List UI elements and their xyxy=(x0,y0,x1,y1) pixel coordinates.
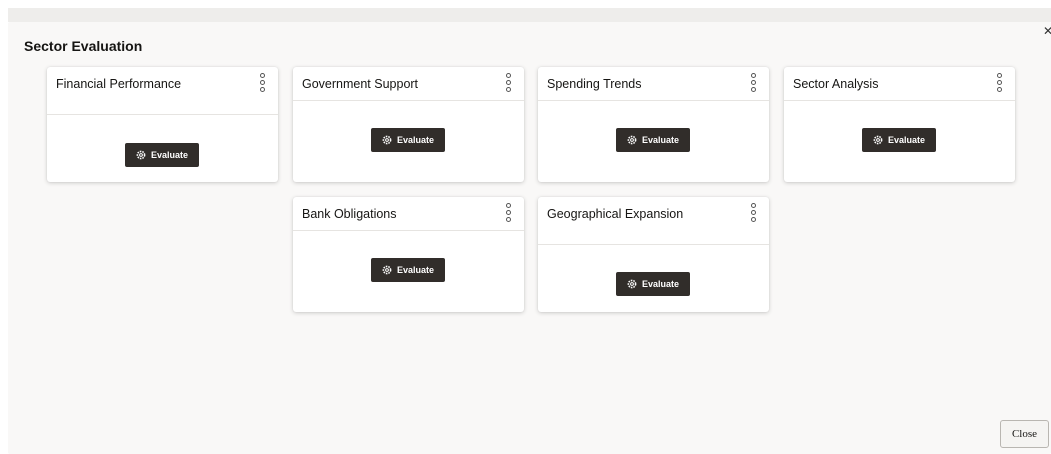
close-icon[interactable]: ✕ xyxy=(1043,24,1051,38)
card-geographical-expansion: Geographical Expansion Evaluate xyxy=(538,197,769,312)
evaluate-label: Evaluate xyxy=(150,150,189,160)
evaluate-label: Evaluate xyxy=(887,135,926,145)
card-title: Financial Performance xyxy=(56,77,182,91)
gear-icon xyxy=(873,135,883,145)
gear-icon xyxy=(627,135,637,145)
kebab-menu-icon[interactable] xyxy=(751,203,757,224)
sector-evaluation-dialog: Sector Evaluation ✕ Financial Performanc… xyxy=(8,22,1051,454)
kebab-menu-icon[interactable] xyxy=(751,73,757,94)
card-header: Bank Obligations xyxy=(293,197,524,231)
evaluate-button[interactable]: Evaluate xyxy=(125,143,199,167)
card-header: Financial Performance xyxy=(47,67,278,115)
gear-icon xyxy=(627,279,637,289)
close-button[interactable]: Close xyxy=(1000,420,1049,448)
card-bank-obligations: Bank Obligations Evaluate xyxy=(293,197,524,312)
card-header: Sector Analysis xyxy=(784,67,1015,101)
card-header: Spending Trends xyxy=(538,67,769,101)
kebab-menu-icon[interactable] xyxy=(997,73,1003,94)
card-title: Geographical Expansion xyxy=(547,207,684,221)
header-strip xyxy=(8,8,1051,22)
gear-icon xyxy=(136,150,146,160)
kebab-menu-icon[interactable] xyxy=(506,73,512,94)
card-sector-analysis: Sector Analysis Evaluate xyxy=(784,67,1015,182)
card-title: Sector Analysis xyxy=(793,77,879,91)
evaluate-label: Evaluate xyxy=(641,135,680,145)
evaluate-button[interactable]: Evaluate xyxy=(371,258,445,282)
card-header: Government Support xyxy=(293,67,524,101)
card-header: Geographical Expansion xyxy=(538,197,769,245)
evaluate-label: Evaluate xyxy=(396,265,435,275)
card-title: Government Support xyxy=(302,77,419,91)
dialog-title: Sector Evaluation xyxy=(24,38,143,54)
gear-icon xyxy=(382,265,392,275)
gear-icon xyxy=(382,135,392,145)
evaluate-button[interactable]: Evaluate xyxy=(616,128,690,152)
evaluate-button[interactable]: Evaluate xyxy=(616,272,690,296)
evaluate-button[interactable]: Evaluate xyxy=(862,128,936,152)
card-spending-trends: Spending Trends Evaluate xyxy=(538,67,769,182)
evaluate-label: Evaluate xyxy=(396,135,435,145)
card-government-support: Government Support Evaluate xyxy=(293,67,524,182)
card-financial-performance: Financial Performance Evaluate xyxy=(47,67,278,182)
kebab-menu-icon[interactable] xyxy=(506,203,512,224)
card-title: Spending Trends xyxy=(547,77,642,91)
kebab-menu-icon[interactable] xyxy=(260,73,266,94)
evaluate-label: Evaluate xyxy=(641,279,680,289)
card-title: Bank Obligations xyxy=(302,207,397,221)
evaluate-button[interactable]: Evaluate xyxy=(371,128,445,152)
